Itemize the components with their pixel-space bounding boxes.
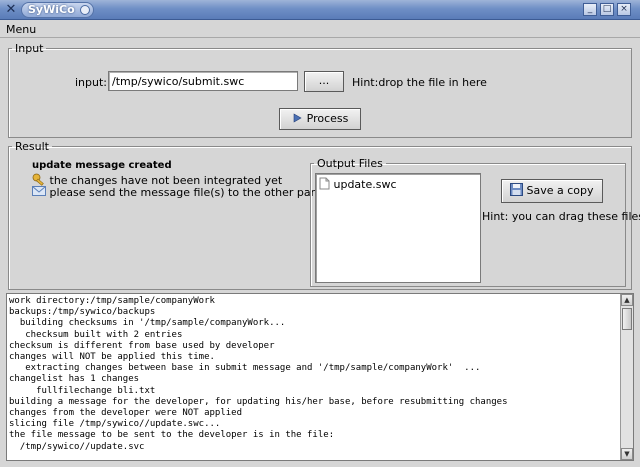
status-title: update message created: [32, 160, 172, 171]
log-line: slicing file /tmp/sywico//update.swc...: [9, 419, 221, 430]
key-icon: [32, 173, 44, 186]
scroll-up-icon[interactable]: ▲: [621, 294, 633, 306]
save-copy-label: Save a copy: [526, 184, 594, 197]
log-line: the file message to be sent to the devel…: [9, 430, 335, 441]
log-line: building checksums in '/tmp/sample/compa…: [9, 318, 286, 329]
log-line: /tmp/sywico//update.svc: [9, 441, 145, 452]
floppy-disk-icon: [510, 183, 524, 196]
log-line: checksum built with 2 entries: [9, 329, 183, 340]
window-title: SyWiCo: [28, 3, 75, 16]
log-lines: work directory:/tmp/sample/companyWork ba…: [9, 296, 508, 453]
save-copy-button[interactable]: Save a copy: [501, 179, 603, 203]
list-item[interactable]: update.swc: [319, 177, 397, 191]
drop-hint: Hint:drop the file in here: [352, 76, 487, 89]
log-line: checksum is different from base used by …: [9, 340, 275, 351]
process-button-label: Process: [306, 112, 349, 125]
file-name: update.swc: [333, 178, 397, 191]
file-icon: [319, 177, 330, 190]
menu-bar: Menu: [0, 21, 640, 38]
drag-hint: Hint: you can drag these files: [482, 210, 640, 223]
envelope-icon: [32, 186, 46, 196]
scroll-down-icon[interactable]: ▼: [621, 448, 633, 460]
log-line: changes from the developer were NOT appl…: [9, 408, 242, 419]
minimize-button[interactable]: _: [583, 3, 597, 16]
log-line: changelist has 1 changes: [9, 374, 140, 385]
status-message-row: please send the message file(s) to the o…: [32, 186, 326, 199]
log-line: building a message for the developer, fo…: [9, 396, 508, 407]
input-file-field[interactable]: [108, 71, 298, 91]
log-line: fullfilechange bli.txt: [9, 385, 156, 396]
window-menu-icon[interactable]: ✕: [4, 3, 18, 17]
status-message-text: please send the message file(s) to the o…: [49, 186, 327, 199]
log-line: extracting changes between base in submi…: [9, 363, 481, 374]
maximize-button[interactable]: □: [600, 3, 614, 16]
title-knob-icon: [79, 5, 90, 15]
close-button[interactable]: ×: [617, 3, 631, 16]
window-title-tab: SyWiCo: [21, 2, 94, 18]
browse-button[interactable]: ...: [304, 71, 344, 92]
log-line: work directory:/tmp/sample/companyWork: [9, 296, 215, 306]
output-files-legend: Output Files: [317, 157, 383, 170]
output-files-list[interactable]: update.swc: [315, 173, 481, 283]
scroll-thumb[interactable]: [622, 308, 632, 330]
log-scrollbar[interactable]: ▲ ▼: [620, 294, 633, 460]
status-message-row: the changes have not been integrated yet: [32, 173, 282, 187]
play-icon: [293, 113, 302, 123]
log-output[interactable]: work directory:/tmp/sample/companyWork ba…: [6, 293, 634, 461]
input-group-legend: Input: [15, 42, 44, 55]
title-bar[interactable]: ✕ SyWiCo _ □ ×: [0, 0, 640, 20]
log-line: changes will NOT be applied this time.: [9, 352, 215, 363]
input-field-label: input:: [75, 76, 108, 89]
log-line: backups:/tmp/sywico/backups: [9, 307, 156, 318]
process-button[interactable]: Process: [279, 108, 361, 130]
result-group-legend: Result: [15, 140, 49, 153]
menu-item-menu[interactable]: Menu: [6, 23, 36, 36]
